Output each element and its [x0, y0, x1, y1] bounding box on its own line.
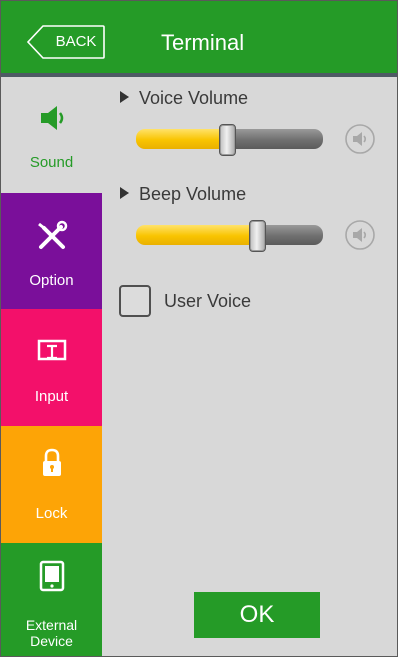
tools-icon — [38, 220, 68, 249]
sidebar-item-label: Input — [34, 388, 69, 405]
padlock-icon — [43, 448, 61, 476]
sidebar-item-lock[interactable]: Lock — [1, 426, 102, 543]
voice-volume-track-fill — [136, 129, 228, 149]
voice-volume-slider-thumb[interactable] — [219, 124, 236, 156]
user-voice-checkbox[interactable] — [119, 285, 151, 317]
sidebar-item-external-device[interactable]: External Device — [1, 543, 102, 656]
beep-volume-slider[interactable] — [136, 220, 323, 254]
sidebar-item-label-line2: Device — [30, 633, 73, 649]
sidebar-item-label: Option — [29, 272, 74, 289]
triangle-bullet-icon — [120, 187, 129, 199]
speaker-mute-icon[interactable] — [344, 123, 376, 155]
sidebar-item-option[interactable]: Option — [1, 193, 102, 309]
voice-volume-slider[interactable] — [136, 124, 323, 158]
sidebar-item-label: Sound — [29, 154, 74, 171]
beep-volume-heading: Beep Volume — [120, 183, 246, 205]
settings-panel — [102, 77, 397, 656]
ok-button[interactable]: OK — [194, 592, 320, 638]
triangle-bullet-icon — [120, 91, 129, 103]
voice-volume-track-rest — [228, 129, 323, 149]
sidebar-item-input[interactable]: Input — [1, 309, 102, 426]
sidebar-item-sound[interactable]: Sound — [1, 77, 102, 193]
beep-volume-track-rest — [258, 225, 323, 245]
tablet-icon — [39, 560, 65, 592]
header-bar: BACK Terminal — [1, 1, 397, 73]
back-button[interactable]: BACK — [27, 25, 105, 59]
sidebar: Sound Option Input Lock External Device — [1, 77, 102, 656]
sidebar-item-label: Lock — [35, 505, 68, 522]
sidebar-item-label-line1: External — [25, 617, 78, 633]
terminal-settings-screen: BACK Terminal Sound Option Input Lock Ex… — [0, 0, 398, 657]
voice-volume-heading: Voice Volume — [120, 87, 248, 109]
beep-volume-slider-thumb[interactable] — [249, 220, 266, 252]
speaker-mute-icon[interactable] — [344, 219, 376, 251]
user-voice-label: User Voice — [164, 291, 252, 311]
back-button-label: BACK — [55, 33, 97, 50]
beep-volume-track-fill — [136, 225, 258, 245]
page-title: Terminal — [161, 30, 245, 55]
monitor-input-icon — [37, 339, 67, 361]
speaker-icon — [41, 106, 64, 130]
